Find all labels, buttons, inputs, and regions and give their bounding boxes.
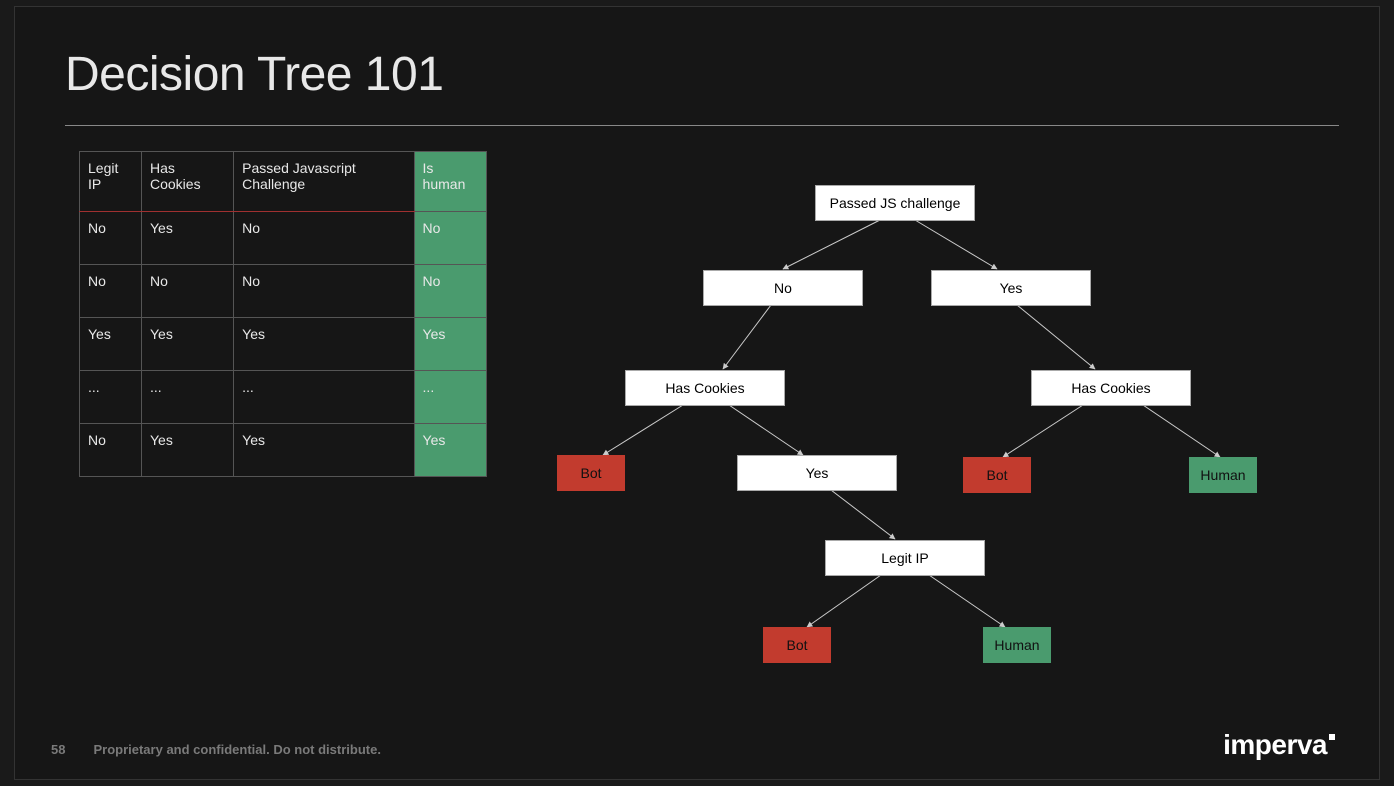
table-cell: Yes: [141, 424, 233, 477]
tree-node-has-cookies-right: Has Cookies: [1031, 370, 1191, 406]
tree-edges: [525, 167, 1305, 687]
tree-node-legit-ip: Legit IP: [825, 540, 985, 576]
table-cell: No: [80, 212, 142, 265]
table-cell: ...: [80, 371, 142, 424]
tree-leaf-bot: Bot: [763, 627, 831, 663]
table-row: No Yes No No: [80, 212, 487, 265]
brand-logo: imperva: [1223, 729, 1335, 761]
table-cell: Yes: [141, 212, 233, 265]
table-row: No No No No: [80, 265, 487, 318]
title-divider: [65, 125, 1339, 126]
tree-leaf-human: Human: [983, 627, 1051, 663]
table-row: Yes Yes Yes Yes: [80, 318, 487, 371]
table-cell: Yes: [141, 318, 233, 371]
slide-number: 58: [51, 742, 65, 757]
tree-node-yes: Yes: [931, 270, 1091, 306]
table-cell: ...: [141, 371, 233, 424]
tree-node-root: Passed JS challenge: [815, 185, 975, 221]
table-header-row: Legit IP Has Cookies Passed Javascript C…: [80, 152, 487, 212]
footer: 58 Proprietary and confidential. Do not …: [51, 742, 381, 757]
table-cell: No: [234, 265, 414, 318]
brand-logo-text: imperva: [1223, 729, 1327, 760]
confidential-notice: Proprietary and confidential. Do not dis…: [93, 742, 380, 757]
table-cell: No: [141, 265, 233, 318]
decision-tree: Passed JS challenge No Yes Has Cookies H…: [525, 167, 1305, 687]
tree-node-no: No: [703, 270, 863, 306]
table-cell: No: [414, 212, 486, 265]
table-cell: No: [414, 265, 486, 318]
table-cell: Yes: [80, 318, 142, 371]
table-row: No Yes Yes Yes: [80, 424, 487, 477]
table-header: Is human: [414, 152, 486, 212]
table-cell: Yes: [414, 424, 486, 477]
table-header: Passed Javascript Challenge: [234, 152, 414, 212]
table-cell: Yes: [414, 318, 486, 371]
table-cell: No: [234, 212, 414, 265]
page-title: Decision Tree 101: [65, 47, 443, 102]
table-cell: ...: [234, 371, 414, 424]
table-cell: No: [80, 424, 142, 477]
tree-leaf-bot: Bot: [963, 457, 1031, 493]
tree-leaf-human: Human: [1189, 457, 1257, 493]
table-cell: No: [80, 265, 142, 318]
tree-node-has-cookies-left: Has Cookies: [625, 370, 785, 406]
table-row: ... ... ... ...: [80, 371, 487, 424]
table-header: Has Cookies: [141, 152, 233, 212]
table-header: Legit IP: [80, 152, 142, 212]
truth-table: Legit IP Has Cookies Passed Javascript C…: [79, 151, 487, 477]
tree-leaf-bot: Bot: [557, 455, 625, 491]
table-cell: Yes: [234, 318, 414, 371]
slide: Decision Tree 101 Legit IP Has Cookies P…: [14, 6, 1380, 780]
table-cell: ...: [414, 371, 486, 424]
tree-node-yes2: Yes: [737, 455, 897, 491]
table-cell: Yes: [234, 424, 414, 477]
brand-logo-dot-icon: [1329, 734, 1335, 740]
